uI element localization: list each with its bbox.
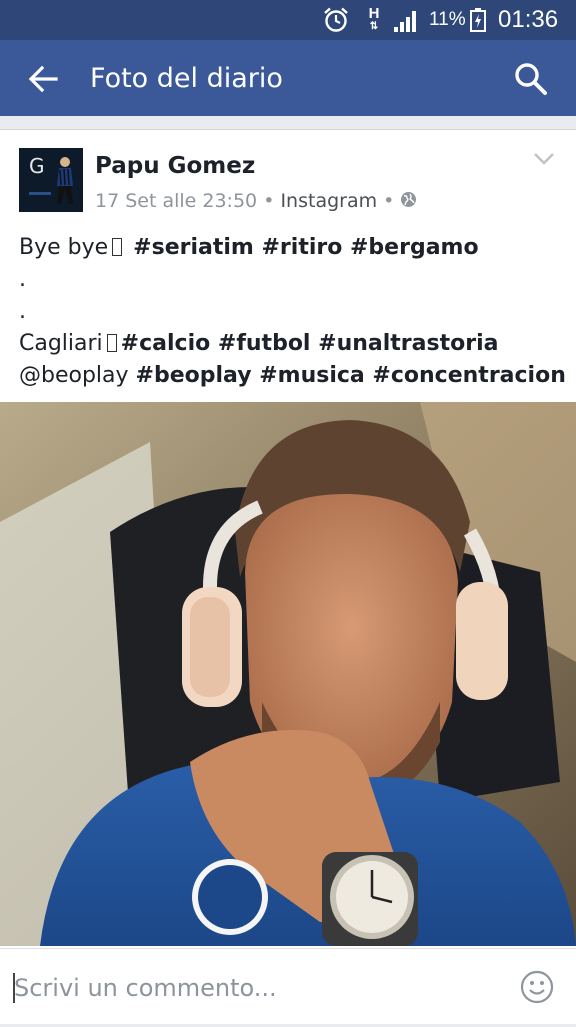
missing-glyph-box xyxy=(112,238,123,256)
post-text-line: Bye bye #seriatim #ritiro #bergamo xyxy=(19,235,479,260)
comment-bar: Scrivi un commento... xyxy=(0,948,576,1024)
post-text-line: . xyxy=(19,299,26,324)
post-text-line: @beoplay #beoplay #musica #concentracion xyxy=(19,360,566,392)
status-bar: H ⇅ 11% 01:36 xyxy=(0,0,576,40)
avatar-player-image xyxy=(29,157,73,204)
app-bar: Foto del diario xyxy=(0,40,576,116)
mention[interactable]: @beoplay xyxy=(19,363,129,388)
post-meta: 17 Set alle 23:50 • Instagram • xyxy=(95,190,417,212)
signal-icon xyxy=(394,11,416,32)
alarm-icon xyxy=(324,7,348,32)
smiley-icon[interactable] xyxy=(520,970,554,1004)
search-icon[interactable] xyxy=(512,60,550,98)
separator xyxy=(0,116,576,130)
meta-separator: • xyxy=(383,190,395,212)
page-title: Foto del diario xyxy=(90,63,283,94)
battery-icon xyxy=(470,8,486,32)
post-source[interactable]: Instagram xyxy=(280,190,377,212)
back-arrow-icon[interactable] xyxy=(26,62,60,96)
battery-percent: 11% xyxy=(429,9,466,30)
avatar[interactable]: G xyxy=(19,148,83,212)
post-text-line: Cagliari #calcio #futbol #unaltrastoria xyxy=(19,331,499,356)
author-name[interactable]: Papu Gomez xyxy=(95,153,255,179)
meta-separator: • xyxy=(263,190,275,212)
chevron-down-icon[interactable] xyxy=(533,152,555,166)
missing-glyph-box xyxy=(106,334,117,352)
post-text-line: . xyxy=(19,267,26,292)
globe-icon xyxy=(401,192,417,207)
clock: 01:36 xyxy=(498,6,559,33)
post: G Papu Gomez 17 Set alle 23:50 • Instagr… xyxy=(0,130,576,948)
hashtags[interactable]: #beoplay #musica #concentracion xyxy=(136,363,566,388)
hashtags[interactable]: #seriatim #ritiro #bergamo xyxy=(133,235,478,260)
post-photo[interactable] xyxy=(0,402,576,946)
hashtags[interactable]: #calcio #futbol #unaltrastoria xyxy=(121,331,499,356)
selfie-photo xyxy=(0,402,576,946)
comment-input[interactable]: Scrivi un commento... xyxy=(14,949,277,1027)
post-text: Bye bye #seriatim #ritiro #bergamo . . C… xyxy=(19,232,566,392)
post-date[interactable]: 17 Set alle 23:50 xyxy=(95,190,257,212)
